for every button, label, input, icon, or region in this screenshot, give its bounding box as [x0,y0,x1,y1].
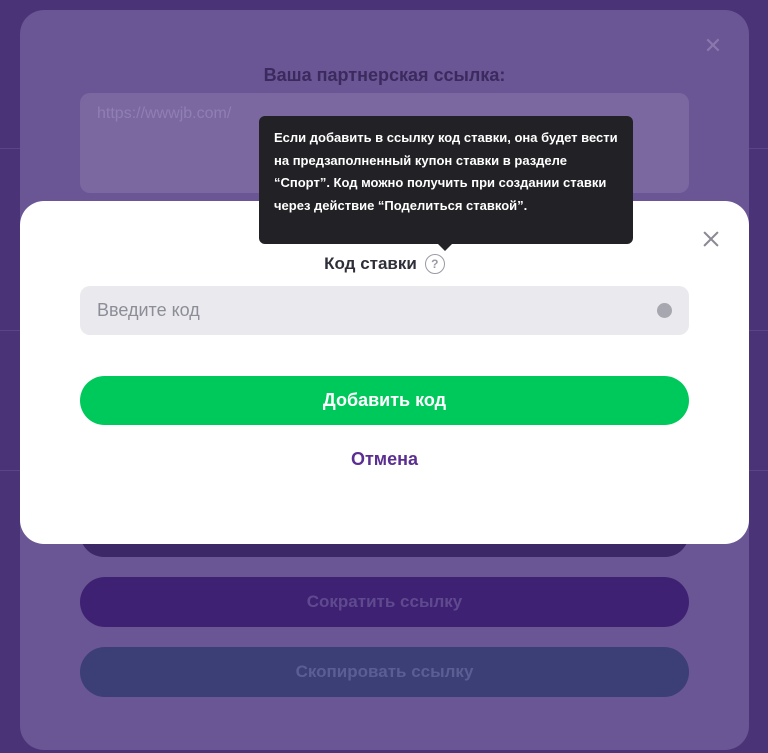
dot-icon [657,303,672,318]
shorten-link-button[interactable]: Сократить ссылку [80,577,689,627]
help-tooltip: Если добавить в ссылку код ставки, она б… [259,116,633,251]
cancel-button[interactable]: Отмена [20,449,749,470]
bet-code-label: Код ставки [324,254,417,273]
help-icon[interactable]: ? [424,254,445,274]
close-icon[interactable]: ✕ [703,35,723,57]
close-icon[interactable] [700,228,722,250]
partner-link-title: Ваша партнерская ссылка: [263,65,506,85]
bet-code-placeholder: Введите код [97,300,200,320]
bet-code-input[interactable]: Введите код [80,286,689,335]
bet-code-modal: Код ставки ? Введите код Добавить код От… [20,201,749,544]
bet-code-label-row: Код ставки ? [20,254,749,274]
add-code-button[interactable]: Добавить код [80,376,689,425]
copy-link-button[interactable]: Скопировать ссылку [80,647,689,697]
